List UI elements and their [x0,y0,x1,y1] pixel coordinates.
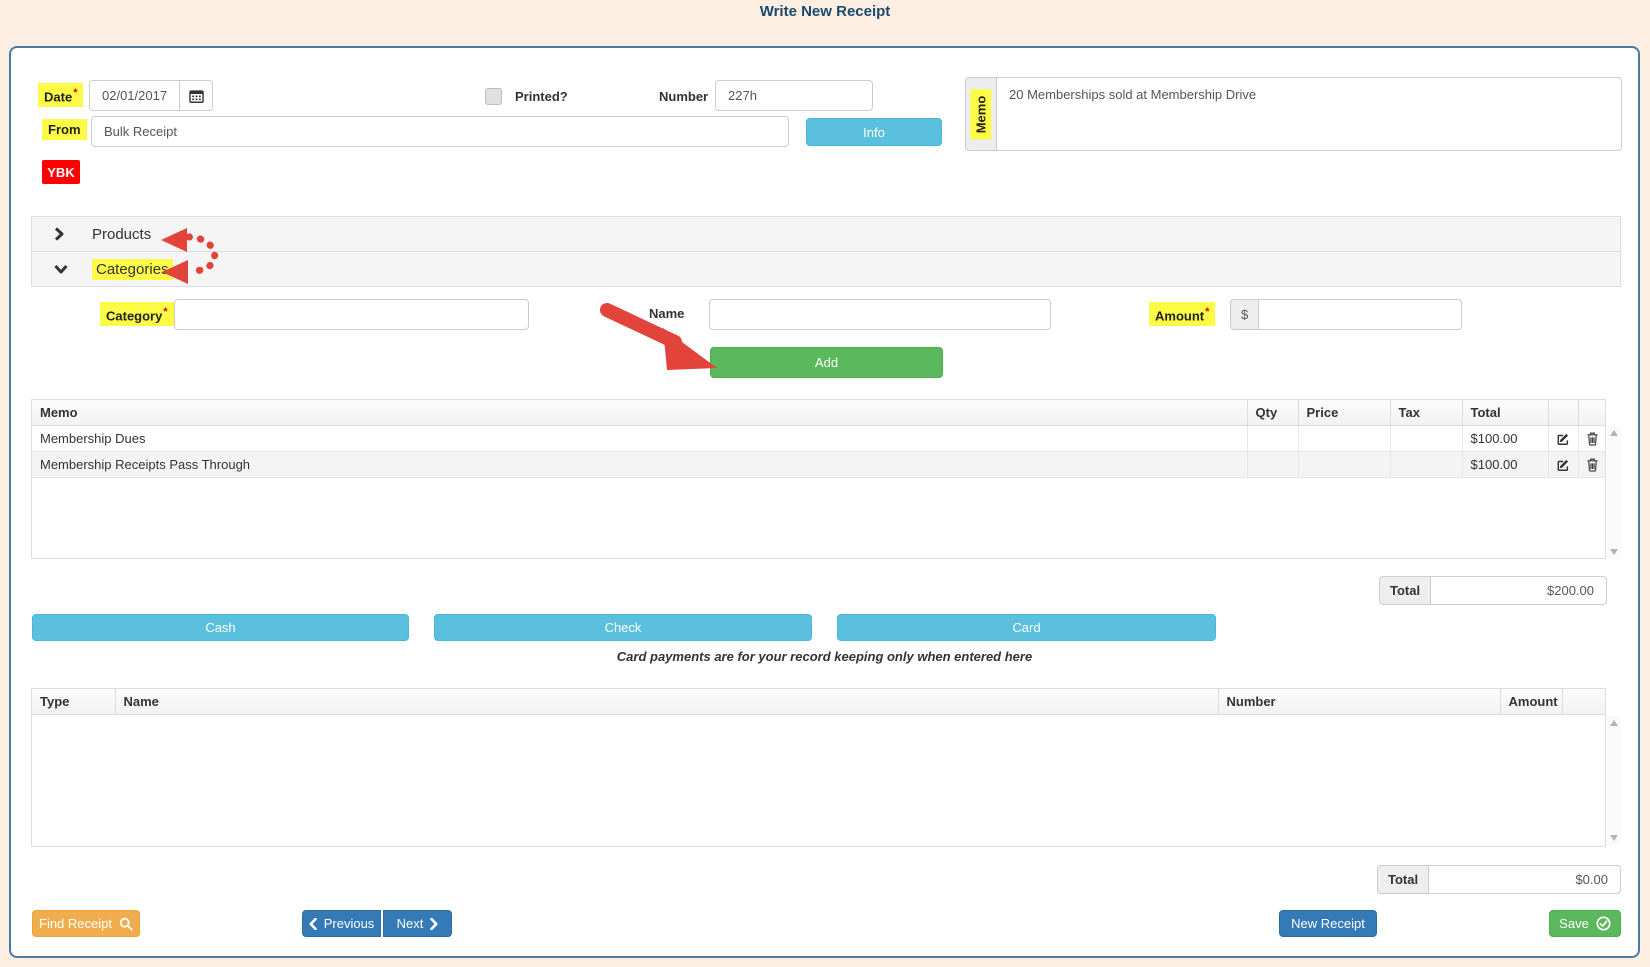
from-label: From [42,119,87,140]
categories-section-header[interactable]: Categories [31,251,1621,287]
payments-scrollbar[interactable] [1607,716,1621,845]
number-label: Number [659,89,709,104]
card-payments-note: Card payments are for your record keepin… [616,649,1033,664]
cell-tax [1389,451,1463,478]
payments-header-row: Type Name Number Amount [32,689,1605,715]
cell-price [1297,451,1391,478]
line-items-total-value [1430,576,1607,605]
write-new-receipt-page: Write New Receipt Date* Printed? Number [0,0,1650,967]
name-input[interactable] [709,299,1051,330]
col-total: Total [1461,400,1549,426]
products-section-header[interactable]: Products [31,216,1621,252]
memo-textarea[interactable]: 20 Memberships sold at Membership Drive [997,78,1621,150]
search-icon [119,917,133,931]
cell-total: $100.00 [1461,451,1549,478]
info-button[interactable]: Info [806,118,942,146]
chevron-right-icon [430,917,438,930]
cell-qty [1246,425,1299,452]
previous-button[interactable]: Previous [302,910,381,937]
page-title: Write New Receipt [759,3,891,20]
amount-input-group: $ [1230,299,1462,330]
cell-memo: Membership Dues [32,425,1248,452]
save-button[interactable]: Save [1549,910,1621,937]
find-receipt-button[interactable]: Find Receipt [32,910,140,937]
edit-row-button[interactable] [1547,425,1579,452]
categories-section-label: Categories [92,258,173,280]
amount-prefix: $ [1230,299,1259,330]
table-row: Membership Dues $100.00 [32,425,1606,452]
cell-price [1297,425,1391,452]
date-input-group [89,80,213,111]
chevron-right-icon [54,227,64,241]
payments-total-label: Total [1377,865,1429,894]
from-input[interactable] [91,116,789,147]
line-items-header-row: Memo Qty Price Tax Total [32,400,1605,426]
cell-tax [1389,425,1463,452]
category-label: Category* [100,302,174,327]
printed-label: Printed? [515,89,568,104]
memo-label: Memo [970,89,992,139]
date-required-asterisk: * [73,87,78,99]
col-number: Number [1217,689,1501,715]
category-input[interactable] [174,299,529,330]
payments-total-group: Total [1377,865,1621,894]
table-row: Membership Receipts Pass Through $100.00 [32,451,1606,478]
cash-button[interactable]: Cash [32,614,409,641]
receipt-form-panel: Date* Printed? Number Memo [9,46,1640,958]
delete-row-button[interactable] [1577,425,1606,452]
scroll-down-icon[interactable] [1610,835,1618,841]
name-label: Name [649,306,685,321]
chevron-left-icon [309,917,317,930]
memo-box: Memo 20 Memberships sold at Membership D… [965,77,1622,151]
amount-input[interactable] [1258,299,1462,330]
check-circle-icon [1596,916,1611,931]
date-picker-button[interactable] [179,80,213,111]
col-qty: Qty [1246,400,1299,426]
date-input[interactable] [89,80,179,111]
company-badge: YBK [42,160,80,184]
line-items-total-label: Total [1379,576,1431,605]
cell-total: $100.00 [1461,425,1549,452]
printed-checkbox[interactable] [485,88,502,105]
chevron-down-icon [54,264,68,274]
date-label: Date* [38,83,84,108]
col-amount: Amount [1499,689,1563,715]
col-tax: Tax [1389,400,1463,426]
col-delete [1577,400,1605,426]
payments-table: Type Name Number Amount [31,688,1606,847]
scroll-up-icon[interactable] [1610,720,1618,726]
category-required-asterisk: * [163,306,168,318]
check-button[interactable]: Check [434,614,812,641]
col-edit [1547,400,1579,426]
number-input[interactable] [715,80,873,111]
delete-row-button[interactable] [1577,451,1606,478]
products-section-label: Products [92,225,152,243]
col-memo: Memo [32,400,1248,426]
memo-label-strip: Memo [966,78,997,150]
scroll-down-icon[interactable] [1610,549,1618,555]
trash-icon [1581,431,1606,446]
cell-qty [1246,451,1299,478]
scroll-up-icon[interactable] [1610,430,1618,436]
calendar-icon [188,89,204,103]
edit-row-button[interactable] [1547,451,1579,478]
col-price: Price [1297,400,1391,426]
payments-total-value [1428,865,1621,894]
next-button[interactable]: Next [383,910,452,937]
edit-icon [1551,432,1576,446]
trash-icon [1581,457,1606,472]
card-button[interactable]: Card [837,614,1216,641]
line-items-total-group: Total [1379,576,1607,605]
col-name: Name [114,689,1219,715]
line-items-table: Memo Qty Price Tax Total Membership Dues [31,399,1606,559]
edit-icon [1551,458,1576,472]
amount-label: Amount* [1149,302,1216,327]
line-items-scrollbar[interactable] [1607,426,1621,559]
cell-memo: Membership Receipts Pass Through [32,451,1248,478]
col-type: Type [32,689,116,715]
new-receipt-button[interactable]: New Receipt [1279,910,1377,937]
col-actions [1561,689,1605,715]
amount-required-asterisk: * [1205,306,1210,318]
add-button[interactable]: Add [710,347,943,378]
